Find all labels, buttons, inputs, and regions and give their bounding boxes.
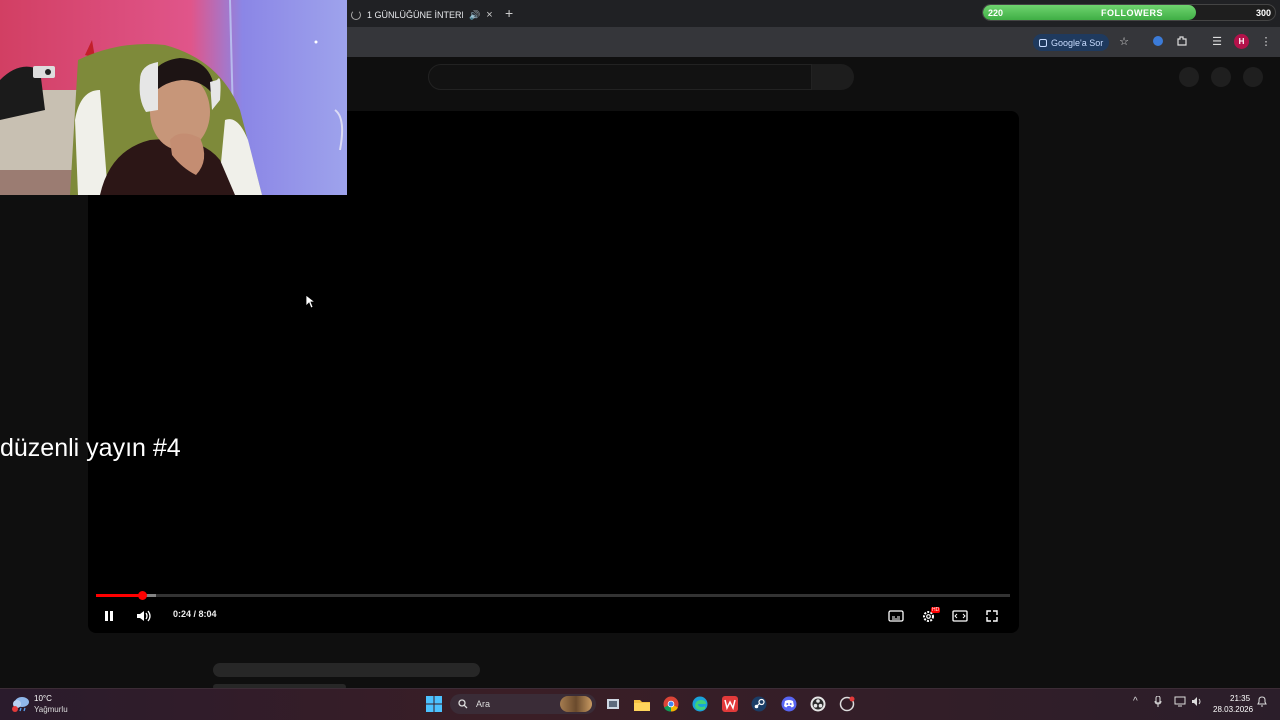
search-input[interactable] bbox=[428, 64, 812, 90]
speaker-icon[interactable] bbox=[1191, 696, 1203, 710]
google-lens-icon bbox=[1039, 38, 1047, 47]
subtitles-icon bbox=[888, 610, 904, 622]
task-view-button[interactable] bbox=[603, 694, 623, 714]
hd-badge: HD bbox=[931, 607, 941, 613]
volume-button[interactable] bbox=[134, 606, 154, 626]
create-button[interactable] bbox=[1179, 67, 1199, 87]
webcam-feed bbox=[0, 0, 347, 195]
recording-icon bbox=[839, 696, 855, 712]
folder-icon bbox=[634, 699, 650, 711]
taskbar-search[interactable]: Ara bbox=[450, 694, 596, 714]
mouse-cursor-icon bbox=[305, 294, 315, 309]
search-button[interactable] bbox=[812, 64, 854, 90]
followers-goal: 300 bbox=[1255, 8, 1271, 18]
chrome-button[interactable] bbox=[661, 694, 681, 714]
loading-icon bbox=[351, 10, 361, 20]
speaker-icon[interactable]: 🔊 bbox=[469, 10, 480, 21]
obs-icon bbox=[810, 696, 826, 712]
pause-button[interactable] bbox=[100, 606, 118, 626]
discord-icon bbox=[781, 696, 797, 712]
rain-cloud-icon[interactable] bbox=[11, 693, 31, 713]
clock-time[interactable]: 21:35 bbox=[1230, 694, 1250, 703]
wps-office-icon bbox=[722, 696, 738, 712]
scrubber-handle[interactable] bbox=[138, 591, 147, 600]
windows-start-button[interactable] bbox=[424, 694, 444, 714]
ask-google-button[interactable]: Google'a Sor bbox=[1033, 34, 1110, 51]
theater-mode-button[interactable] bbox=[950, 606, 970, 626]
edge-icon bbox=[692, 696, 708, 712]
theater-icon bbox=[952, 610, 968, 622]
file-explorer-button[interactable] bbox=[632, 694, 652, 714]
time-display: 0:24 / 8:04 bbox=[173, 609, 217, 619]
followers-progress-fill bbox=[983, 5, 1197, 20]
search-highlight-image bbox=[560, 696, 592, 712]
search-icon bbox=[458, 699, 468, 709]
search-label: Ara bbox=[476, 699, 491, 709]
screen: 1 GÜNLÜĞÜNE İNTERNETT 🔊 × + 220 FOLLOWER… bbox=[0, 0, 1280, 720]
notifications-button[interactable] bbox=[1211, 67, 1231, 87]
stream-title-overlay: düzenli yayın #4 bbox=[0, 434, 181, 462]
windows-logo-icon bbox=[426, 696, 442, 712]
recording-app-button[interactable] bbox=[837, 694, 857, 714]
tab-title: 1 GÜNLÜĞÜNE İNTERNETT bbox=[367, 10, 463, 20]
fullscreen-button[interactable] bbox=[982, 606, 1002, 626]
wps-office-button[interactable] bbox=[720, 694, 740, 714]
weather-description: Yağmurlu bbox=[34, 705, 68, 714]
notification-bell-icon[interactable] bbox=[1257, 695, 1267, 710]
account-button[interactable] bbox=[1243, 67, 1263, 87]
new-tab-button[interactable]: + bbox=[505, 5, 513, 21]
microphone-icon[interactable] bbox=[1154, 695, 1162, 710]
subtitles-button[interactable] bbox=[886, 606, 906, 626]
steam-button[interactable] bbox=[749, 694, 769, 714]
edge-button[interactable] bbox=[690, 694, 710, 714]
fullscreen-icon bbox=[986, 610, 998, 622]
volume-icon bbox=[137, 610, 151, 622]
show-hidden-icons[interactable]: ^ bbox=[1133, 696, 1138, 707]
extensions-puzzle-icon[interactable] bbox=[1174, 33, 1190, 49]
progress-played bbox=[96, 594, 142, 597]
followers-goal-widget: 220 FOLLOWERS 300 bbox=[982, 4, 1276, 21]
media-queue-icon[interactable]: ☰ bbox=[1209, 33, 1225, 49]
settings-button[interactable]: HD bbox=[918, 606, 941, 626]
ask-google-label: Google'a Sor bbox=[1051, 37, 1104, 48]
obs-button[interactable] bbox=[808, 694, 828, 714]
close-tab-button[interactable]: × bbox=[486, 9, 492, 21]
content-placeholder bbox=[213, 663, 480, 677]
weather-temperature: 10°C bbox=[34, 694, 52, 703]
chrome-icon bbox=[663, 696, 679, 712]
pause-icon bbox=[105, 611, 113, 621]
followers-current: 220 bbox=[988, 8, 1004, 18]
steam-icon bbox=[751, 696, 767, 712]
followers-label: FOLLOWERS bbox=[1101, 8, 1163, 18]
task-view-icon bbox=[607, 699, 619, 709]
clock-date[interactable]: 28.03.2026 bbox=[1213, 705, 1253, 714]
discord-button[interactable] bbox=[779, 694, 799, 714]
network-icon[interactable] bbox=[1174, 696, 1186, 710]
kebab-menu-icon[interactable]: ⋮ bbox=[1258, 33, 1274, 49]
bookmark-star-icon[interactable]: ☆ bbox=[1116, 33, 1132, 49]
profile-avatar[interactable]: H bbox=[1234, 34, 1249, 49]
extension-blue-icon[interactable] bbox=[1150, 33, 1166, 49]
progress-bar[interactable] bbox=[96, 594, 1010, 597]
browser-tab[interactable]: 1 GÜNLÜĞÜNE İNTERNETT 🔊 × bbox=[345, 3, 500, 27]
webcam-image bbox=[0, 0, 347, 195]
